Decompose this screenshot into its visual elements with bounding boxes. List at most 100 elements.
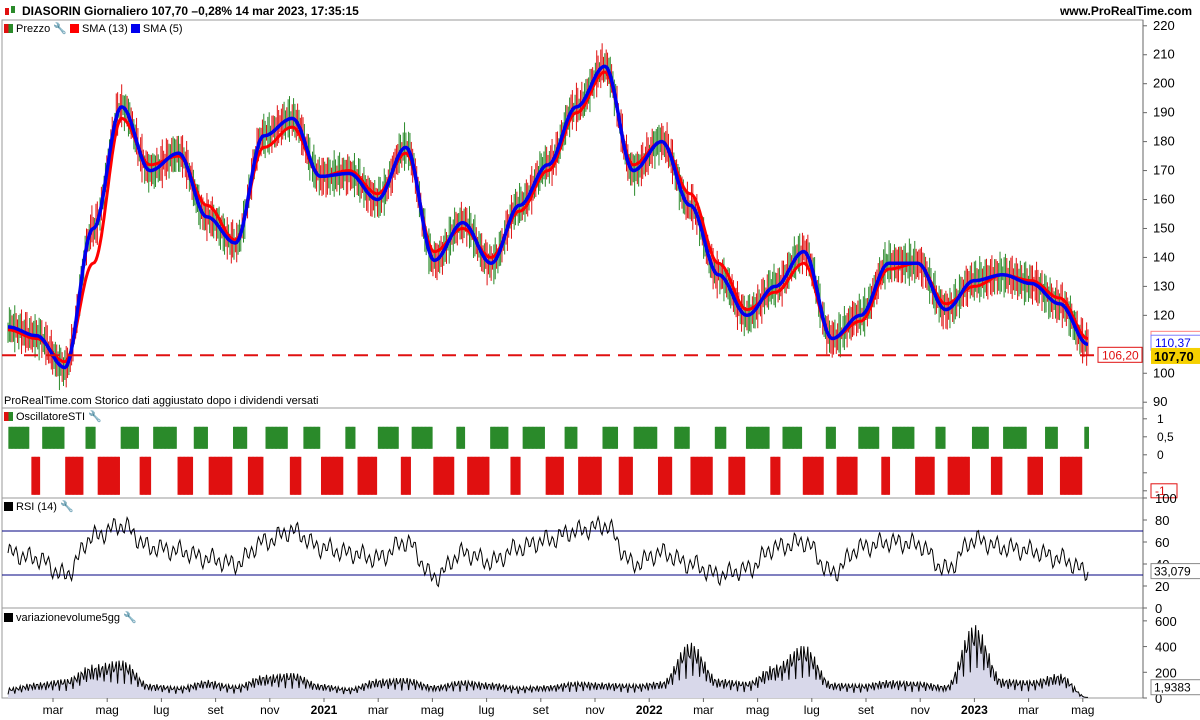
support-marker-label: 106,20 [1102, 348, 1139, 362]
sti-bar-down [408, 456, 411, 495]
sti-bar-up [318, 426, 321, 449]
sti-bar-down [375, 456, 378, 495]
panel-frame-0 [1, 19, 1144, 409]
volume-swatch-icon [4, 613, 13, 622]
sti-bar-down [561, 456, 564, 495]
sti-bar-up [616, 426, 619, 449]
sti-bar-up [174, 426, 177, 449]
sti-bar-down [599, 456, 602, 495]
x-tick-label: lug [479, 703, 495, 717]
x-tick-label: mag [1071, 703, 1094, 717]
sti-bar-up [912, 426, 915, 449]
legend-sti: OscillatoreSTI [16, 410, 86, 423]
sti-bar-up [62, 426, 65, 449]
x-tick-label: 2023 [961, 703, 988, 717]
sti-bar-up [353, 426, 356, 449]
sti-bar-down [191, 456, 194, 495]
rsi-tick-label: 80 [1155, 513, 1169, 528]
x-tick-label: set [208, 703, 225, 717]
sti-bar-up [986, 426, 989, 449]
x-tick-label: 2021 [311, 703, 338, 717]
sti-bar-down [341, 456, 344, 495]
volume-tick-label: 400 [1155, 640, 1177, 655]
sti-bar-down [299, 456, 302, 495]
price-tick-label: 180 [1153, 134, 1175, 149]
rsi-swatch-icon [4, 502, 13, 511]
sti-bar-down [743, 456, 746, 495]
rsi-tick-label: 60 [1155, 535, 1169, 550]
sti-bar-down [452, 456, 455, 495]
sti-bar-up [943, 426, 946, 449]
sti-bar-up [1087, 426, 1089, 449]
price-tick-label: 220 [1153, 18, 1175, 33]
x-tick-label: set [858, 703, 875, 717]
sti-bar-down [1000, 456, 1003, 495]
sti-swatch-icon [4, 412, 13, 421]
sti-bar-down [117, 456, 120, 495]
sti-bar-down [261, 456, 264, 495]
sti-bar-up [655, 426, 658, 449]
x-tick-label: nov [911, 703, 930, 717]
x-tick-label: nov [260, 703, 279, 717]
sti-bar-down [855, 456, 858, 495]
volume-value-label: 1,9383 [1154, 681, 1191, 695]
x-tick-label: mag [746, 703, 769, 717]
chart-canvas[interactable]: 2202102001901801701601501401301201009011… [0, 0, 1200, 720]
sti-bar-down [1080, 456, 1083, 495]
sti-bar-down [230, 456, 233, 495]
wrench-icon[interactable]: 🔧 [88, 410, 102, 423]
panel-frame-1 [1, 407, 1144, 499]
legend-bar-rsi: RSI (14) 🔧 [4, 500, 74, 513]
price-tick-label: 190 [1153, 105, 1175, 120]
sti-bar-down [821, 456, 824, 495]
sti-bar-down [888, 456, 891, 495]
x-tick-label: mar [693, 703, 714, 717]
sti-bar-down [518, 456, 521, 495]
legend-sma5: SMA (5) [142, 22, 183, 35]
sti-bar-up [93, 426, 96, 449]
sti-bar-up [285, 426, 288, 449]
price-tick-label: 160 [1153, 192, 1175, 207]
sti-bar-up [396, 426, 399, 449]
legend-bar-price: Prezzo 🔧 SMA (13) SMA (5) [4, 22, 183, 35]
legend-price: Prezzo [16, 22, 51, 35]
wrench-icon[interactable]: 🔧 [123, 611, 137, 624]
price-tick-label: 200 [1153, 76, 1175, 91]
wrench-icon[interactable]: 🔧 [53, 22, 67, 35]
sti-bar-up [205, 426, 208, 449]
sti-bar-down [670, 456, 673, 495]
price-tick-label: 210 [1153, 47, 1175, 62]
price-swatch-icon [4, 24, 13, 33]
volume-tick-label: 600 [1155, 614, 1177, 629]
sti-bar-down [967, 456, 970, 495]
sti-bar-down [487, 456, 490, 495]
sti-bar-up [430, 426, 433, 449]
x-tick-label: mag [96, 703, 119, 717]
price-tick-label: 130 [1153, 278, 1175, 293]
legend-bar-sti: OscillatoreSTI 🔧 [4, 410, 102, 423]
sti-bar-up [575, 426, 578, 449]
sti-bar-up [767, 426, 770, 449]
data-note: ProRealTime.com Storico dati aggiustato … [4, 395, 319, 407]
sti-bar-down [1040, 456, 1043, 495]
sti-bar-up [1055, 426, 1058, 449]
sti-bar-down [932, 456, 935, 495]
price-tick-label: 140 [1153, 249, 1175, 264]
x-tick-label: lug [153, 703, 169, 717]
wrench-icon[interactable]: 🔧 [60, 500, 74, 513]
sti-bar-up [463, 426, 466, 449]
sti-tick-label: 0 [1157, 448, 1164, 462]
sti-bar-down [778, 456, 781, 495]
sti-bar-down [710, 456, 713, 495]
sti-bar-up [724, 426, 727, 449]
x-tick-label: mar [43, 703, 64, 717]
rsi-tick-label: 100 [1155, 491, 1177, 506]
sma5-swatch-icon [130, 24, 140, 33]
sti-bar-down [38, 456, 41, 495]
sti-bar-down [81, 456, 84, 495]
sti-bar-up [245, 426, 248, 449]
rsi-value-label: 33,079 [1154, 565, 1191, 579]
legend-vol: variazionevolume5gg [16, 611, 120, 624]
last-price-label: 107,70 [1154, 349, 1194, 364]
panel-frame-2 [1, 497, 1144, 609]
